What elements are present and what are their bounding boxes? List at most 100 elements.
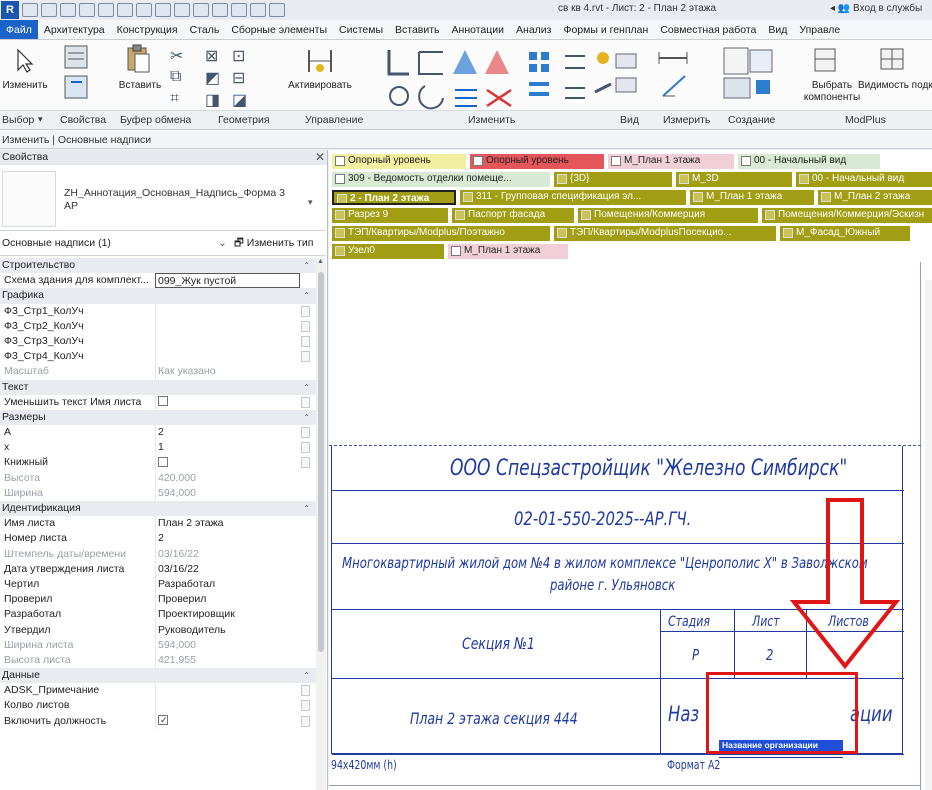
tab-12[interactable]: Управле xyxy=(793,20,846,39)
associate-parameter-button[interactable] xyxy=(301,351,310,363)
property-row[interactable]: Схема здания для комплект... 099_Жук пуст… xyxy=(0,273,316,289)
select-components-icon[interactable] xyxy=(812,46,842,76)
view-tab[interactable]: М_План 1 этажа xyxy=(690,190,814,205)
array-tools-icons[interactable] xyxy=(525,48,615,108)
property-row[interactable]: Книжный xyxy=(0,455,316,471)
property-row[interactable]: Утвердил Руководитель xyxy=(0,622,316,638)
edit-type-button[interactable]: 🗗 Изменить тип xyxy=(234,232,313,254)
property-value[interactable]: Проектировщик xyxy=(155,607,295,623)
save-icon[interactable] xyxy=(60,3,76,17)
subcategory-visibility-icon[interactable] xyxy=(878,46,908,76)
tab-6[interactable]: Вставить xyxy=(389,20,446,39)
property-value[interactable]: 2 xyxy=(155,425,295,441)
chevron-up-icon[interactable]: ⌃ xyxy=(303,501,310,516)
open-icon[interactable] xyxy=(22,3,38,17)
property-value[interactable]: 03/16/22 xyxy=(155,561,295,577)
property-value[interactable] xyxy=(155,698,295,714)
scroll-up-icon[interactable]: ▲ xyxy=(317,258,324,265)
chevron-up-icon[interactable]: ⌃ xyxy=(303,380,310,395)
print-icon[interactable] xyxy=(136,3,152,17)
view-tab[interactable]: 311 - Групповая спецификация эл... xyxy=(460,190,686,205)
sync-icon[interactable] xyxy=(79,3,95,17)
property-row[interactable]: Номер листа 2 xyxy=(0,531,316,547)
tab-5[interactable]: Системы xyxy=(333,20,389,39)
properties-icon[interactable] xyxy=(62,44,90,100)
measure-icon[interactable] xyxy=(155,3,171,17)
paint-icon[interactable]: ◨ xyxy=(205,90,220,110)
view-tab[interactable]: М_План 1 этажа xyxy=(608,154,734,169)
property-row[interactable]: Включить должность xyxy=(0,713,316,729)
tab-10[interactable]: Совместная работа xyxy=(654,20,762,39)
property-value[interactable] xyxy=(155,683,295,699)
chevron-up-icon[interactable]: ⌃ xyxy=(303,288,310,303)
3d-view-icon[interactable] xyxy=(212,3,228,17)
folder-icon[interactable] xyxy=(41,3,57,17)
split-face-icon[interactable]: ◪ xyxy=(232,90,247,110)
modify-button[interactable]: Изменить xyxy=(0,80,50,92)
property-row[interactable]: Ширина 594,000 xyxy=(0,485,316,501)
canvas-scrollbar[interactable] xyxy=(925,280,932,790)
property-row[interactable]: Ф3_Стр2_КолУч xyxy=(0,318,316,334)
join-icon[interactable]: ◩ xyxy=(205,68,220,88)
property-value[interactable]: 2 xyxy=(155,531,295,547)
property-row[interactable]: ADSK_Примечание xyxy=(0,683,316,699)
property-group[interactable]: Данные ⌃ xyxy=(0,668,316,684)
property-value[interactable] xyxy=(155,394,295,410)
property-row[interactable]: Дата утверждения листа 03/16/22 xyxy=(0,561,316,577)
associate-parameter-button[interactable] xyxy=(301,685,310,697)
property-row[interactable]: Ф3_Стр1_КолУч xyxy=(0,303,316,319)
associate-parameter-button[interactable] xyxy=(301,715,310,727)
property-row[interactable]: Масштаб Как указано xyxy=(0,364,316,380)
property-value[interactable]: 1 xyxy=(155,440,295,456)
measure-icon-large[interactable] xyxy=(655,46,691,102)
view-tab[interactable]: Узел0 xyxy=(332,244,444,259)
property-group[interactable]: Строительство ⌃ xyxy=(0,258,316,274)
property-row[interactable]: Высота 420,000 xyxy=(0,470,316,486)
text-icon[interactable] xyxy=(193,3,209,17)
property-value[interactable]: План 2 этажа xyxy=(155,516,295,532)
tab-11[interactable]: Вид xyxy=(762,20,793,39)
scrollbar-thumb[interactable] xyxy=(318,272,324,652)
cut-geometry-icon[interactable]: ⊡ xyxy=(232,46,245,66)
cope-icon[interactable]: ⊠ xyxy=(205,46,218,66)
chevron-up-icon[interactable]: ⌃ xyxy=(303,258,310,273)
property-row[interactable]: Проверил Проверил xyxy=(0,592,316,608)
property-row[interactable]: Разработал Проектировщик xyxy=(0,607,316,623)
create-icons[interactable] xyxy=(720,44,790,104)
associate-parameter-button[interactable] xyxy=(301,700,310,712)
checkbox[interactable] xyxy=(158,456,168,467)
tab-4[interactable]: Сборные элементы xyxy=(225,20,333,39)
view-tab[interactable]: 309 - Ведомость отделки помеще... xyxy=(332,172,550,187)
property-row[interactable]: Ф3_Стр3_КолУч xyxy=(0,333,316,349)
view-tab[interactable]: Помещения/Коммерция/Эскизн xyxy=(762,208,932,223)
chevron-up-icon[interactable]: ⌃ xyxy=(303,668,310,683)
view-tab[interactable]: 2 - План 2 этажа xyxy=(332,190,456,205)
property-value[interactable]: Руководитель xyxy=(155,622,295,638)
property-row[interactable]: А2 xyxy=(0,425,316,441)
view-tab[interactable]: 00 - Начальный вид xyxy=(738,154,880,169)
property-row[interactable]: Высота листа 421,955 xyxy=(0,652,316,668)
property-row[interactable]: Ф3_Стр4_КолУч xyxy=(0,349,316,365)
checkbox[interactable] xyxy=(158,395,168,406)
wall-join-icon[interactable]: ⊟ xyxy=(232,68,245,88)
view-tab[interactable]: 00 - Начальный вид xyxy=(796,172,932,187)
view-tab[interactable]: М_Фасад_Южный xyxy=(780,226,910,241)
tab-3[interactable]: Сталь xyxy=(184,20,226,39)
property-value[interactable]: 099_Жук пустой xyxy=(155,273,300,289)
associate-parameter-button[interactable] xyxy=(301,442,310,454)
property-row[interactable]: Колво листов xyxy=(0,698,316,714)
instance-filter[interactable]: Основные надписи (1) ⌄ 🗗 Изменить тип xyxy=(0,232,326,256)
subcategory-visibility-button[interactable]: Видимость подкатегори xyxy=(858,80,932,92)
panel-select[interactable]: Выбор xyxy=(2,114,34,126)
property-value[interactable]: Проверил xyxy=(155,592,295,608)
close-icon[interactable]: ✕ xyxy=(315,150,325,165)
view-tab[interactable]: Помещения/Коммерция xyxy=(578,208,758,223)
associate-parameter-button[interactable] xyxy=(301,396,310,408)
property-value[interactable] xyxy=(155,318,295,334)
property-value[interactable]: Разработал xyxy=(155,576,295,592)
view-tab[interactable]: {3D} xyxy=(554,172,672,187)
panel-select-dropdown[interactable]: ▾ xyxy=(38,114,43,125)
select-components-button[interactable]: Выбрать компоненты xyxy=(800,80,864,104)
property-row[interactable]: Штемпель даты/времени 03/16/22 xyxy=(0,546,316,562)
chevron-up-icon[interactable]: ⌃ xyxy=(303,410,310,425)
